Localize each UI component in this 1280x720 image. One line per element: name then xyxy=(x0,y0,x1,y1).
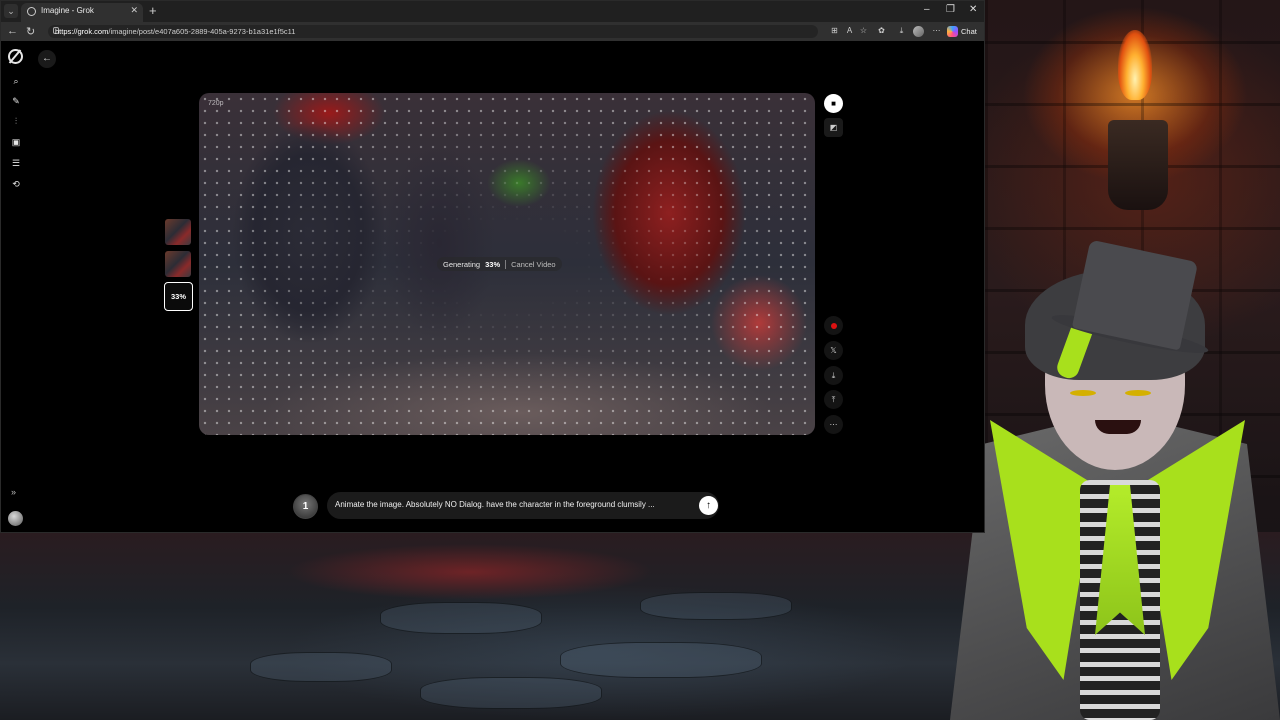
generation-thumbnail[interactable] xyxy=(165,251,191,277)
expand-sidebar-icon[interactable]: » xyxy=(11,487,16,497)
avatar-eye-right xyxy=(1125,390,1151,396)
grok-app: ⌕ ✎ ⫶ ▣ ☰ ⟲ » ← 33% 720p Generating 33% … xyxy=(1,41,984,532)
imagine-icon[interactable]: ▣ xyxy=(11,137,21,147)
record-icon xyxy=(830,322,837,329)
favorite-star-icon[interactable]: ☆ xyxy=(859,26,868,35)
image-mode-button[interactable]: ◩ xyxy=(824,118,843,137)
generation-status-pill: Generating 33% Cancel Video xyxy=(437,257,562,271)
back-button[interactable]: ← xyxy=(38,50,56,68)
history-icon[interactable]: ⟲ xyxy=(11,179,21,189)
browser-window: ⌄ Imagine - Grok ✕ + – ❐ ✕ ← ↻ https://g… xyxy=(0,0,985,533)
url-field[interactable]: https://grok.com/imagine/post/e407a605-2… xyxy=(48,25,818,38)
downloads-icon[interactable]: ⤓ xyxy=(897,26,906,35)
tab-close-icon[interactable]: ✕ xyxy=(130,5,138,16)
profile-avatar[interactable] xyxy=(913,26,924,37)
progress-percent: 33% xyxy=(485,259,501,269)
browser-menu-icon[interactable]: ⋯ xyxy=(932,26,941,35)
copilot-icon xyxy=(947,25,958,37)
send-button[interactable]: ↑ xyxy=(699,496,718,515)
refresh-icon[interactable]: ↻ xyxy=(26,25,35,38)
status-label: Generating xyxy=(443,259,481,269)
maximize-button[interactable]: ❐ xyxy=(946,4,955,15)
url-path: /imagine/post/e407a605-2889-405a-9273-b1… xyxy=(108,27,296,36)
tab-bar: ⌄ Imagine - Grok ✕ + – ❐ ✕ xyxy=(1,1,984,22)
voice-icon[interactable]: ⫶ xyxy=(11,116,21,126)
torch-flame xyxy=(1118,30,1152,100)
cancel-video-button[interactable]: Cancel Video xyxy=(511,260,555,269)
extensions-icon[interactable]: ✿ xyxy=(877,26,886,35)
more-options-button[interactable]: ⋯ xyxy=(824,415,843,434)
copilot-chat-button[interactable]: Chat xyxy=(947,25,977,37)
tab-actions-menu[interactable]: ⌄ xyxy=(4,4,18,18)
close-window-button[interactable]: ✕ xyxy=(969,4,977,15)
tab-imagine-grok[interactable]: Imagine - Grok ✕ xyxy=(21,3,143,22)
chat-label: Chat xyxy=(961,26,977,36)
torch-holder xyxy=(1108,120,1168,210)
prompt-input[interactable]: Animate the image. Absolutely NO Dialog.… xyxy=(327,492,719,519)
x-share-button[interactable]: 𝕏 xyxy=(824,341,843,360)
prompt-source-image[interactable]: 1 xyxy=(293,494,318,519)
edit-icon[interactable]: ✎ xyxy=(11,96,21,106)
download-button[interactable]: ⤓ xyxy=(824,366,843,385)
generation-thumbnail[interactable] xyxy=(165,219,191,245)
user-avatar[interactable] xyxy=(8,511,23,526)
new-tab-button[interactable]: + xyxy=(149,3,157,18)
tab-title: Imagine - Grok xyxy=(41,6,94,15)
back-nav-icon[interactable]: ← xyxy=(7,25,18,37)
read-aloud-icon[interactable]: A xyxy=(845,26,854,35)
vtuber-avatar xyxy=(950,239,1280,720)
prompt-text: Animate the image. Absolutely NO Dialog.… xyxy=(335,500,655,509)
record-button[interactable] xyxy=(824,316,843,335)
minimize-button[interactable]: – xyxy=(924,4,930,15)
resolution-badge: 720p xyxy=(208,100,224,107)
url-domain: https://grok.com xyxy=(55,27,109,36)
address-bar-row: ← ↻ https://grok.com/imagine/post/e407a6… xyxy=(1,22,984,41)
avatar-mouth xyxy=(1095,420,1141,434)
grok-favicon-icon xyxy=(27,7,36,16)
divider xyxy=(505,259,507,269)
video-preview: 720p Generating 33% Cancel Video xyxy=(199,93,815,435)
library-icon[interactable]: ☰ xyxy=(11,158,21,168)
apps-icon[interactable]: ⊞ xyxy=(830,26,839,35)
avatar-eye-left xyxy=(1070,390,1096,396)
search-icon[interactable]: ⌕ xyxy=(11,76,21,86)
video-mode-button[interactable]: ■ xyxy=(824,94,843,113)
generation-thumbnail-progress[interactable]: 33% xyxy=(164,282,193,311)
grok-logo-icon[interactable] xyxy=(8,49,23,64)
share-button[interactable]: ⤒ xyxy=(824,390,843,409)
